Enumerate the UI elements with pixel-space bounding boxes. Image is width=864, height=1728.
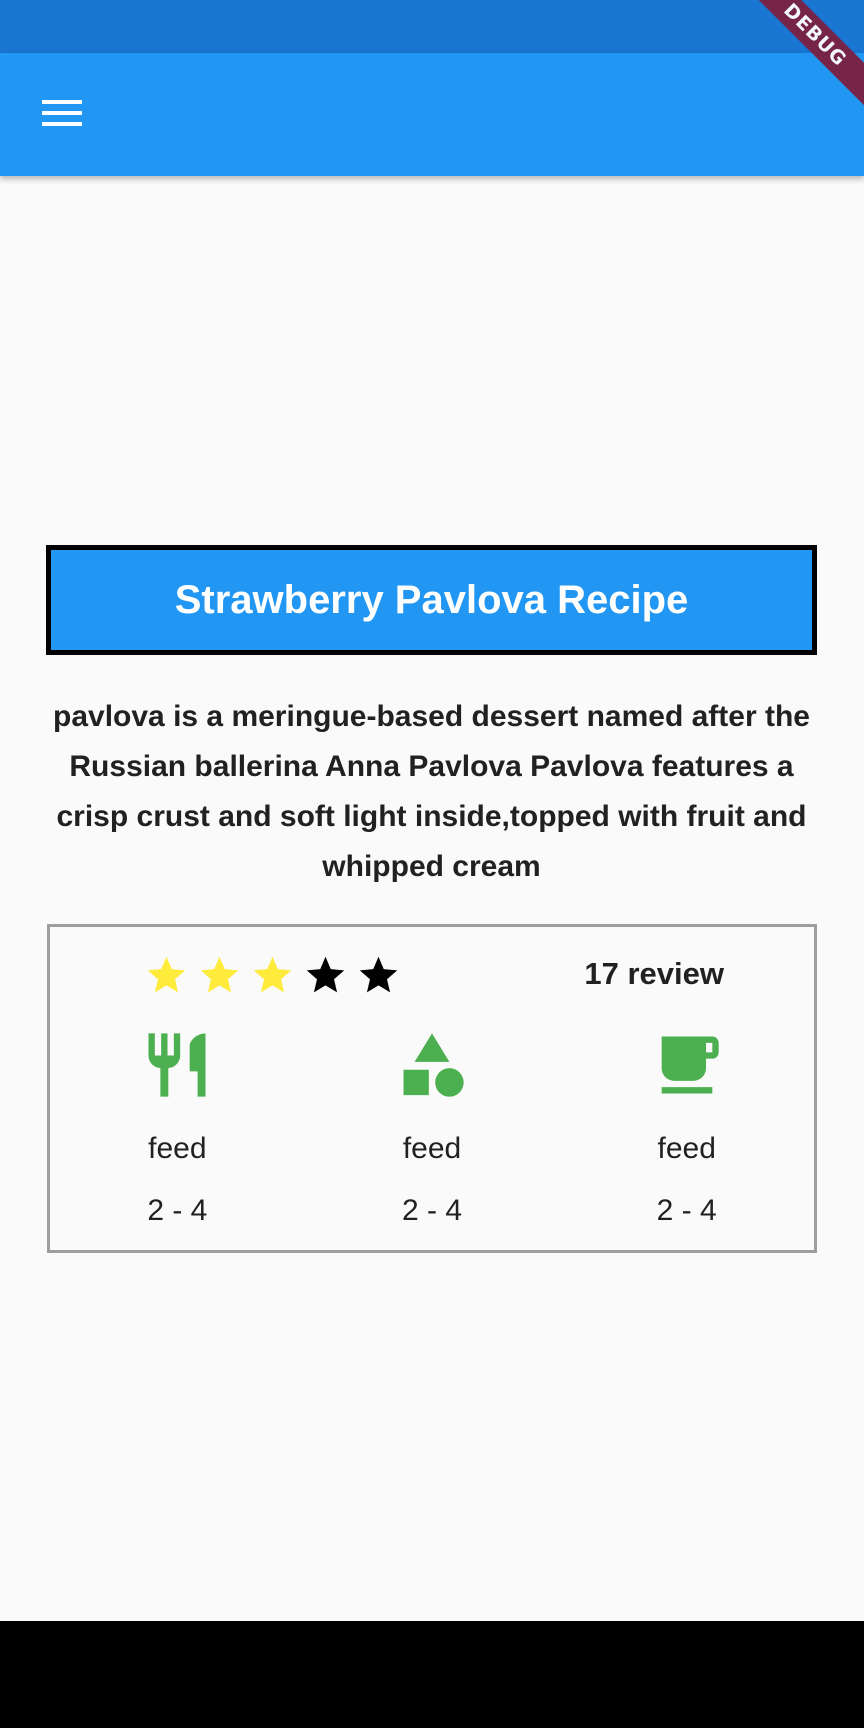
info-value: 2 - 4: [656, 1194, 717, 1227]
app-bar: [0, 53, 864, 176]
recipe-info-card: 17 review feed 2 - 4 feed 2 - 4 feed 2 -…: [47, 924, 817, 1253]
restaurant-icon: [148, 1033, 206, 1097]
star-icon: [147, 956, 186, 993]
star-icon: [200, 956, 239, 993]
info-label: feed: [657, 1132, 716, 1165]
recipe-title-box: Strawberry Pavlova Recipe: [46, 545, 817, 655]
info-label: feed: [402, 1132, 462, 1165]
review-count: 17 review: [584, 956, 724, 991]
info-column: feed 2 - 4: [305, 1027, 560, 1229]
star-rating[interactable]: [144, 953, 401, 998]
info-columns: feed 2 - 4 feed 2 - 4 feed 2 - 4: [50, 1027, 814, 1229]
star-icon: [306, 956, 345, 993]
info-value: 2 - 4: [147, 1194, 208, 1227]
recipe-description: pavlova is a meringue-based dessert name…: [53, 700, 810, 883]
system-navigation-bar: [0, 1621, 864, 1728]
status-bar: [0, 0, 864, 53]
info-value: 2 - 4: [401, 1194, 463, 1227]
category-shapes-icon: [403, 1033, 464, 1097]
info-label: feed: [148, 1132, 207, 1165]
star-icon: [359, 956, 398, 993]
star-icon: [253, 956, 292, 993]
info-column: feed 2 - 4: [559, 1027, 814, 1229]
coffee-cup-icon: [661, 1036, 719, 1094]
recipe-title: Strawberry Pavlova Recipe: [174, 577, 689, 622]
info-column: feed 2 - 4: [50, 1027, 305, 1229]
menu-button[interactable]: [22, 82, 102, 144]
